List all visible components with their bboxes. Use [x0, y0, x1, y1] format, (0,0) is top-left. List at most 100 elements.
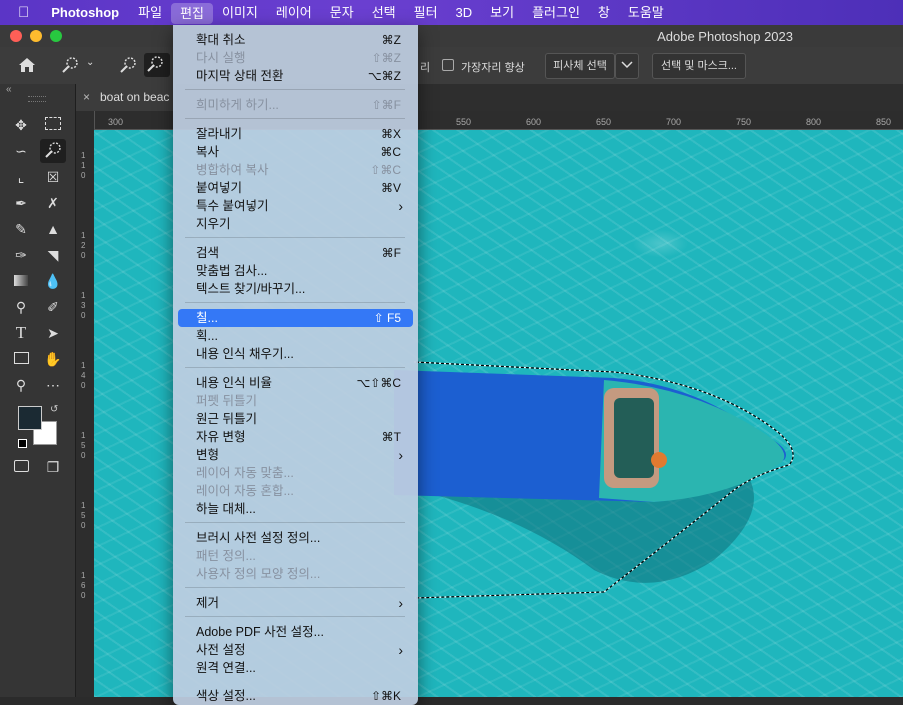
crop-tool-icon[interactable]: ⌞ [10, 166, 32, 188]
menu-item-sky-replacement[interactable]: 하늘 대체... [178, 500, 413, 518]
quick-selection-preset-icon[interactable]: ⌄ [60, 56, 96, 76]
menu-item-color-settings[interactable]: 색상 설정... ⇧⌘K [178, 687, 413, 705]
menu-image[interactable]: 이미지 [213, 0, 267, 25]
menu-item-perspective-warp[interactable]: 원근 뒤틀기 [178, 410, 413, 428]
menu-item-fill[interactable]: 칠... ⇧ F5 [178, 309, 413, 327]
options-fragment-label: 리 [420, 62, 431, 74]
menu-edit[interactable]: 편집 [171, 3, 213, 24]
menu-item-cut[interactable]: 잘라내기 ⌘X [178, 125, 413, 143]
menu-item-shortcut: ⇧⌘K [370, 689, 401, 703]
new-selection-mode-icon[interactable] [118, 56, 140, 76]
menu-item-find-replace-text[interactable]: 텍스트 찾기/바꾸기... [178, 280, 413, 298]
blur-tool-icon[interactable]: 💧 [42, 270, 64, 292]
menu-item-define-brush-preset[interactable]: 브러시 사전 설정 정의... [178, 529, 413, 547]
ruler-tick: 0 [81, 251, 86, 260]
menu-item-content-aware-fill[interactable]: 내용 인식 채우기... [178, 345, 413, 363]
menu-item-copy-merged: 병합하여 복사 ⇧⌘C [178, 161, 413, 179]
zoom-window-button[interactable] [50, 30, 62, 42]
hand-tool-icon[interactable]: ✋ [42, 348, 64, 370]
ruler-tick: 1 [81, 161, 86, 170]
apple-icon[interactable]:  [0, 0, 41, 25]
menu-item-toggle-last-state[interactable]: 마지막 상태 전환 ⌥⌘Z [178, 67, 413, 85]
collapse-panel-icon[interactable]: « [6, 84, 12, 95]
menu-item-label: 패턴 정의... [196, 549, 256, 563]
select-subject-button[interactable]: 피사체 선택 [545, 53, 615, 79]
minimize-window-button[interactable] [30, 30, 42, 42]
panel-grip[interactable] [28, 96, 46, 102]
menu-layer[interactable]: 레이어 [267, 0, 321, 25]
menu-item-paste[interactable]: 붙여넣기 ⌘V [178, 179, 413, 197]
more-tools-icon[interactable]: ⋯ [42, 374, 64, 396]
history-brush-tool-icon[interactable]: ✑ [10, 244, 32, 266]
app-menu[interactable]: Photoshop [41, 0, 129, 25]
menu-file[interactable]: 파일 [129, 0, 171, 25]
screen-mode-icon[interactable]: ❐ [42, 456, 64, 478]
menu-item-copy[interactable]: 복사 ⌘C [178, 143, 413, 161]
menu-item-label: 다시 실행 [196, 51, 246, 65]
quick-selection-tool-icon[interactable] [40, 139, 66, 163]
ruler-tick: 1 [81, 231, 86, 240]
pen-tool-icon[interactable]: ✐ [42, 296, 64, 318]
menu-item-check-spelling[interactable]: 맞춤법 검사... [178, 262, 413, 280]
menu-help[interactable]: 도움말 [619, 0, 673, 25]
path-selection-tool-icon[interactable]: ➤ [42, 322, 64, 344]
menu-item-paste-special[interactable]: 특수 붙여넣기 › [178, 197, 413, 215]
menu-item-free-transform[interactable]: 자유 변형 ⌘T [178, 428, 413, 446]
marquee-tool-icon[interactable] [42, 114, 64, 136]
menu-item-content-aware-scale[interactable]: 내용 인식 비율 ⌥⇧⌘C [178, 374, 413, 392]
menu-item-stroke[interactable]: 획... [178, 327, 413, 345]
ruler-tick: 0 [81, 311, 86, 320]
frame-tool-icon[interactable]: ☒ [42, 166, 64, 188]
enhance-edge-checkbox[interactable] [442, 59, 454, 71]
chevron-down-icon [621, 61, 633, 69]
lasso-tool-icon[interactable]: ∽ [10, 140, 32, 162]
eyedropper-tool-icon[interactable]: ✒ [10, 192, 32, 214]
menu-item-purge[interactable]: 제거 › [178, 594, 413, 612]
menu-item-label: 레이어 자동 혼합... [196, 484, 294, 498]
dodge-tool-icon[interactable]: ⚲ [10, 296, 32, 318]
menu-view[interactable]: 보기 [481, 0, 523, 25]
menu-select[interactable]: 선택 [363, 0, 405, 25]
menu-item-label: 자유 변형 [196, 430, 246, 444]
menu-item-label: 레이어 자동 맞춤... [196, 466, 294, 480]
enhance-edge-label: 가장자리 향상 [461, 62, 525, 74]
menu-type[interactable]: 문자 [321, 0, 363, 25]
select-subject-dropdown[interactable] [615, 53, 639, 79]
default-colors-icon[interactable] [18, 439, 27, 448]
menu-item-presets[interactable]: 사전 설정 › [178, 641, 413, 659]
vertical-ruler[interactable]: 1 1 0 1 2 0 1 3 0 1 4 0 1 5 0 1 5 0 1 6 … [76, 111, 95, 697]
ruler-tick: 300 [108, 117, 124, 127]
menu-item-search[interactable]: 검색 ⌘F [178, 244, 413, 262]
add-selection-mode-icon[interactable] [144, 53, 170, 77]
menu-item-remote-connections[interactable]: 원격 연결... [178, 659, 413, 677]
menu-item-shortcut: ⌘T [381, 430, 401, 444]
menu-item-label: 제거 [196, 596, 220, 610]
document-tab[interactable]: × boat on beac [76, 84, 176, 111]
menu-item-label: 원근 뒤틀기 [196, 412, 257, 426]
swap-colors-icon[interactable]: ↺ [50, 404, 58, 415]
healing-tool-icon[interactable]: ✗ [42, 192, 64, 214]
eraser-tool-icon[interactable]: ◥ [42, 244, 64, 266]
gradient-tool-icon[interactable] [10, 270, 32, 292]
type-tool-icon[interactable]: T [10, 322, 32, 344]
zoom-tool-icon[interactable]: ⚲ [10, 374, 32, 396]
menu-item-clear[interactable]: 지우기 [178, 215, 413, 233]
menu-window[interactable]: 창 [589, 0, 619, 25]
menu-3d[interactable]: 3D [447, 0, 482, 25]
menu-plugins[interactable]: 플러그인 [523, 0, 589, 25]
quick-mask-icon[interactable] [10, 456, 32, 478]
move-tool-icon[interactable]: ✥ [10, 114, 32, 136]
stamp-tool-icon[interactable]: ▲ [42, 218, 64, 240]
ruler-tick: 650 [596, 117, 612, 127]
select-and-mask-button[interactable]: 선택 및 마스크... [652, 53, 746, 79]
close-window-button[interactable] [10, 30, 22, 42]
menu-filter[interactable]: 필터 [405, 0, 447, 25]
menu-item-undo[interactable]: 확대 취소 ⌘Z [178, 31, 413, 49]
brush-tool-icon[interactable]: ✎ [10, 218, 32, 240]
close-tab-icon[interactable]: × [83, 84, 90, 111]
menu-item-transform[interactable]: 변형 › [178, 446, 413, 464]
menu-item-adobe-pdf-presets[interactable]: Adobe PDF 사전 설정... [178, 623, 413, 641]
rectangle-tool-icon[interactable] [10, 348, 32, 370]
foreground-color-swatch[interactable] [18, 406, 42, 430]
home-icon[interactable] [16, 55, 42, 75]
